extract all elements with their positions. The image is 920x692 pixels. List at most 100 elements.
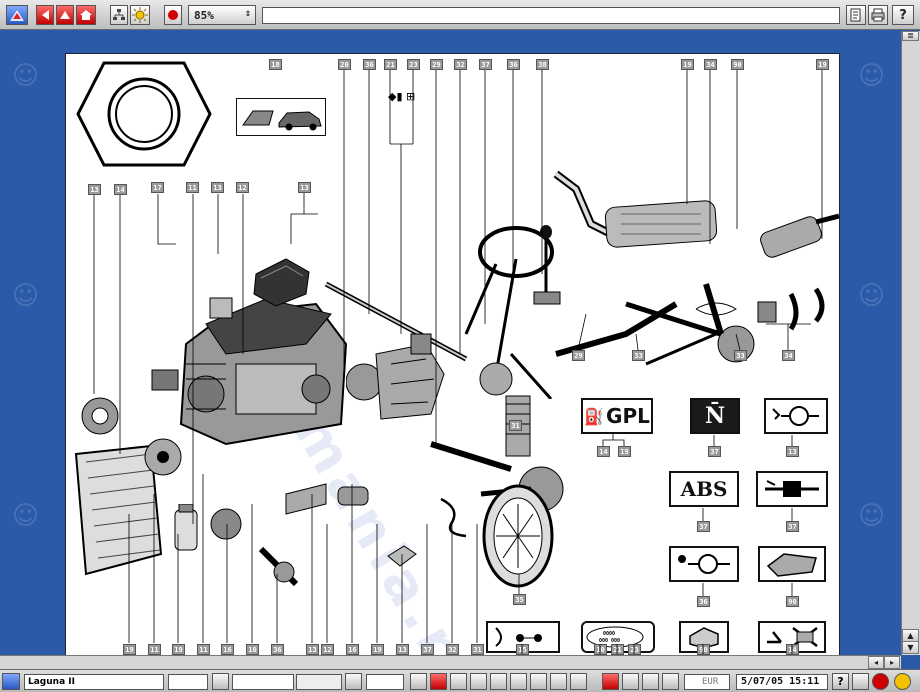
print-small-icon[interactable] xyxy=(852,673,869,690)
tools-icon[interactable] xyxy=(510,673,527,690)
callout-label[interactable]: 16 xyxy=(346,644,359,655)
abs-box[interactable]: ABS xyxy=(669,471,739,507)
address-field[interactable] xyxy=(262,7,840,24)
pump-icon[interactable] xyxy=(206,504,246,544)
callout-label[interactable]: 37 xyxy=(479,59,492,70)
up-icon[interactable] xyxy=(56,5,74,25)
callout-label[interactable]: 13 xyxy=(298,182,311,193)
page-icon[interactable] xyxy=(345,673,362,690)
callout-label[interactable]: 37 xyxy=(421,644,434,655)
scroll-left-icon[interactable]: ◂ xyxy=(868,656,884,669)
help-small-icon[interactable]: ? xyxy=(832,673,849,690)
schematic-icon[interactable] xyxy=(530,673,547,690)
callout-label[interactable]: 17 xyxy=(151,182,164,193)
callout-label[interactable]: 18 xyxy=(269,59,282,70)
vehicle-thumbnail[interactable] xyxy=(236,98,326,136)
callout-label[interactable]: 29 xyxy=(430,59,443,70)
callout-label[interactable]: 36 xyxy=(271,644,284,655)
app-logo-small-icon[interactable] xyxy=(2,673,20,690)
callout-label[interactable]: 29 xyxy=(572,350,585,361)
wheel-icon[interactable] xyxy=(481,484,556,589)
callout-label[interactable]: 21 xyxy=(384,59,397,70)
scroll-down-icon[interactable]: ▼ xyxy=(902,641,919,654)
callout-label[interactable]: 14 xyxy=(114,184,127,195)
zoom-select[interactable]: 85% ⇕ xyxy=(188,5,256,25)
callout-label[interactable]: 32 xyxy=(446,644,459,655)
callout-label[interactable]: 38 xyxy=(536,59,549,70)
relay-icon[interactable] xyxy=(206,294,238,324)
part-icon[interactable] xyxy=(470,673,487,690)
callout-label[interactable]: 10 xyxy=(594,644,607,655)
callout-label[interactable]: 13 xyxy=(211,182,224,193)
alternator-icon[interactable] xyxy=(141,429,186,479)
callout-label[interactable]: 20 xyxy=(338,59,351,70)
callout-label[interactable]: 15 xyxy=(516,644,529,655)
callout-label[interactable]: 12 xyxy=(321,644,334,655)
callout-label[interactable]: 10 xyxy=(246,644,259,655)
print-icon[interactable] xyxy=(868,5,888,25)
callout-label[interactable]: 33 xyxy=(632,350,645,361)
callout-label[interactable]: 14 xyxy=(597,446,610,457)
callout-label[interactable]: 11 xyxy=(197,644,210,655)
callout-label[interactable]: 19 xyxy=(172,644,185,655)
callout-label[interactable]: 90 xyxy=(786,596,799,607)
callout-label[interactable]: 14 xyxy=(786,644,799,655)
tree-icon[interactable] xyxy=(110,5,128,25)
callout-label[interactable]: 34 xyxy=(782,350,795,361)
alert-icon[interactable] xyxy=(430,673,447,690)
filter-icon[interactable] xyxy=(171,504,201,559)
callout-label[interactable]: 35 xyxy=(513,594,526,605)
callout-label[interactable]: 11 xyxy=(148,644,161,655)
callout-label[interactable]: 36 xyxy=(363,59,376,70)
light-icon[interactable] xyxy=(130,5,150,25)
transfer-icon[interactable] xyxy=(662,673,679,690)
control-module-box[interactable] xyxy=(764,398,828,434)
engine-mount-box[interactable] xyxy=(758,546,826,582)
back-icon[interactable] xyxy=(36,5,54,25)
callout-label[interactable]: 37 xyxy=(708,446,721,457)
flag-icon[interactable] xyxy=(602,673,619,690)
callout-label[interactable]: 32 xyxy=(454,59,467,70)
callout-label[interactable]: 13 xyxy=(396,644,409,655)
callout-label[interactable]: 13 xyxy=(786,446,799,457)
callout-label[interactable]: 34 xyxy=(704,59,717,70)
callout-label[interactable]: 13 xyxy=(88,184,101,195)
lpg-box[interactable]: ⛽ GPL xyxy=(581,398,653,434)
ignition-coil-icon[interactable] xyxy=(146,364,186,404)
injector-rail-icon[interactable] xyxy=(281,474,331,519)
callout-label[interactable]: 36 xyxy=(697,596,710,607)
smiley-icon[interactable] xyxy=(894,673,911,690)
scroll-right-icon[interactable]: ▸ xyxy=(884,656,900,669)
brake-regulator-box[interactable] xyxy=(669,546,739,582)
edit-icon[interactable] xyxy=(570,673,587,690)
chart-icon[interactable] xyxy=(490,673,507,690)
callout-label[interactable]: 33 xyxy=(734,350,747,361)
home-icon[interactable] xyxy=(76,5,96,25)
abs-modulator-box[interactable] xyxy=(756,471,828,507)
stop-icon[interactable] xyxy=(164,5,182,25)
document-info-icon[interactable] xyxy=(846,5,866,25)
timing-belt-icon[interactable] xyxy=(256,544,301,589)
help-icon[interactable]: ? xyxy=(892,5,914,25)
wrench-icon[interactable] xyxy=(450,673,467,690)
steering-rack-icon[interactable] xyxy=(321,279,471,369)
calculator-icon[interactable] xyxy=(212,673,229,690)
record-icon[interactable] xyxy=(410,673,427,690)
starter-motor-icon[interactable] xyxy=(336,479,376,514)
list-icon[interactable] xyxy=(622,673,639,690)
horizontal-scrollbar[interactable]: ◂ ▸ xyxy=(0,655,901,669)
callout-label[interactable]: 36 xyxy=(507,59,520,70)
callout-label[interactable]: 19 xyxy=(371,644,384,655)
stop-small-icon[interactable] xyxy=(872,673,889,690)
callout-label[interactable]: 13 xyxy=(306,644,319,655)
n-mark-box[interactable]: N̄ xyxy=(690,398,740,434)
abs-sensor-icon[interactable] xyxy=(436,494,476,539)
app-logo-icon[interactable] xyxy=(6,5,28,25)
callout-label[interactable]: 21 xyxy=(611,644,624,655)
callout-label[interactable]: 90 xyxy=(697,644,710,655)
callout-label[interactable]: 12 xyxy=(236,182,249,193)
ac-compressor-icon[interactable] xyxy=(76,394,126,439)
layers-icon[interactable] xyxy=(550,673,567,690)
brake-shoes-icon[interactable] xyxy=(756,284,836,334)
callout-label[interactable]: 23 xyxy=(407,59,420,70)
